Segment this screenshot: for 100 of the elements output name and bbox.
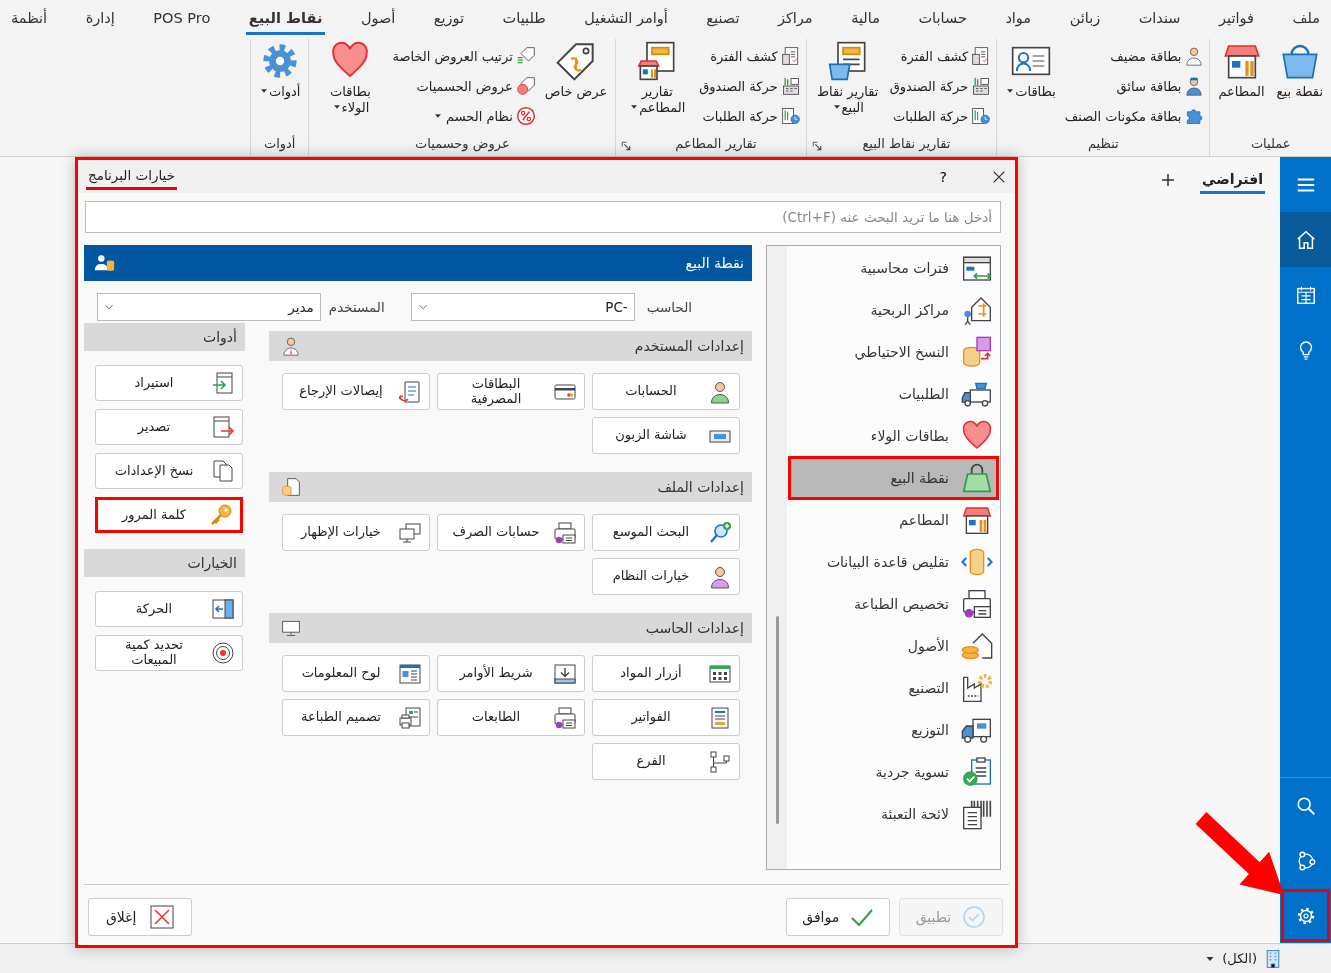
scrollbar[interactable] (767, 246, 787, 869)
settings-button[interactable]: البطاقات المصرفية (437, 373, 585, 410)
ribbon-button[interactable]: كشف الفترة (889, 43, 992, 69)
percent-icon (515, 106, 536, 126)
navigation-item[interactable]: لائحة التعبئة (789, 793, 998, 835)
settings-button[interactable]: شريط الأوامر (437, 655, 585, 692)
ribbon-button[interactable]: نقطة بيع (1273, 39, 1326, 103)
settings-button[interactable]: الحسابات (592, 373, 740, 410)
settings-button[interactable] (1280, 888, 1331, 943)
ribbon-button[interactable]: حركة الطلبات (699, 103, 801, 129)
menu-tab[interactable]: فواتير (1216, 0, 1257, 35)
invoice-icon (708, 705, 732, 730)
section-title: إعدادات الحاسب (645, 620, 744, 636)
ribbon-button[interactable]: بطاقة مضيف (1064, 43, 1205, 69)
close-button[interactable]: إغلاق (88, 898, 192, 936)
branch-filter[interactable]: (الكل) (1222, 951, 1257, 966)
menu-tab[interactable]: مراكز (774, 0, 816, 35)
menu-tab[interactable]: حسابات (915, 0, 970, 35)
dropdown-field[interactable]: -PC (410, 293, 635, 321)
settings-button[interactable]: شاشة الزبون (592, 417, 740, 454)
menu-tab[interactable]: مواد (1002, 0, 1035, 35)
tool-button[interactable]: نسخ الإعدادات (95, 453, 243, 489)
ribbon-button[interactable]: بطاقة مكونات الصنف (1064, 103, 1205, 129)
tool-button[interactable]: كلمة المرور (95, 497, 243, 533)
ribbon-button[interactable]: أدوات (255, 39, 304, 103)
navigation-item[interactable]: مراكز الربحية (789, 289, 998, 331)
add-icon[interactable] (1160, 172, 1177, 188)
field-label: المستخدم (328, 299, 385, 315)
help-button[interactable]: ? (933, 168, 953, 185)
menu-tab[interactable]: تصنيع (703, 0, 743, 35)
settings-button[interactable]: الفواتير (592, 699, 740, 736)
menu-tab[interactable]: POS Pro (150, 0, 214, 35)
workspace-tab[interactable]: افتراضي (1200, 166, 1265, 194)
menu-tab[interactable]: طلبيات (499, 0, 549, 35)
menu-tab[interactable]: ملف (1289, 0, 1323, 35)
ribbon-button[interactable]: بطاقات الولاء (314, 39, 387, 119)
ribbon-button[interactable]: نظام الحسم (392, 103, 536, 129)
search-field[interactable]: أدخل هنا ما تريد البحث عنه (Ctrl+F) (85, 201, 1001, 233)
group-label: تنظيم (1086, 135, 1120, 151)
menu-tab[interactable]: أنظمة (8, 0, 51, 35)
settings-button[interactable]: الطابعات (437, 699, 585, 736)
settings-button[interactable]: تصميم الطباعة (282, 699, 430, 736)
tool-button[interactable]: الحركة (95, 591, 243, 627)
navigation-item[interactable]: الأصول (789, 625, 998, 667)
ok-button[interactable]: موافق (786, 898, 890, 936)
settings-button[interactable]: حسابات الصرف (437, 514, 585, 551)
section-title: إعدادات المستخدم (634, 338, 744, 354)
settings-button[interactable]: أزرار المواد (592, 655, 740, 692)
settings-button[interactable]: الفرع (592, 743, 740, 780)
navigation-item[interactable]: التصنيع (789, 667, 998, 709)
menu-tab[interactable]: أوامر التشغيل (581, 0, 671, 35)
menu-tab[interactable]: زبائن (1066, 0, 1104, 35)
navigation-item[interactable]: النسخ الاحتياطي (789, 331, 998, 373)
menu-tab[interactable]: توزيع (430, 0, 468, 35)
navigation-item[interactable]: فترات محاسبية (789, 247, 998, 289)
home-button[interactable] (1280, 212, 1331, 267)
group-label: عروض وحسميات (414, 135, 511, 151)
menu-tab[interactable]: إدارة (82, 0, 118, 35)
navigation-item[interactable]: تسوية جردية (789, 751, 998, 793)
ribbon-button[interactable]: حركة الطلبات (889, 103, 992, 129)
dropdown-field[interactable]: مدير (96, 293, 321, 321)
group-label: أدوات (262, 135, 297, 151)
ribbon-button[interactable]: بطاقات (1002, 39, 1059, 103)
navigation-item[interactable]: تخصيص الطباعة (789, 583, 998, 625)
puzzle-icon (1184, 106, 1205, 126)
settings-button[interactable]: خيارات النظام (592, 558, 740, 595)
tool-button[interactable]: استيراد (95, 365, 243, 401)
ribbon-button[interactable]: عروض الحسميات (392, 73, 536, 99)
navigation-item[interactable]: بطاقات الولاء (789, 415, 998, 457)
dashboard-icon (398, 661, 422, 686)
check-circle-icon (962, 905, 987, 929)
cash-register-icon (971, 76, 992, 96)
navigation-item[interactable]: الطلبيات (789, 373, 998, 415)
settings-button[interactable]: إيصالات الإرجاع (282, 373, 430, 410)
ribbon-button[interactable]: كشف الفترة (699, 43, 801, 69)
settings-button[interactable]: لوح المعلومات (282, 655, 430, 692)
navigation-item[interactable]: نقطة البيع (789, 457, 998, 499)
ribbon-button[interactable]: تقارير المطاعم (621, 39, 694, 119)
dialog-launcher-icon[interactable] (621, 141, 632, 151)
user-database-icon (94, 252, 116, 274)
tool-button[interactable]: تحديد كمية المبيعات (95, 635, 243, 671)
ribbon-button[interactable]: حركة الصندوق (889, 73, 992, 99)
ribbon-button[interactable]: بطاقة سائق (1064, 73, 1205, 99)
ribbon-button[interactable]: المطاعم (1215, 39, 1268, 103)
navigation-item[interactable]: تقليص قاعدة البيانات (789, 541, 998, 583)
navigation-item[interactable]: المطاعم (789, 499, 998, 541)
ribbon-button[interactable]: عرض خاص (541, 39, 611, 103)
menu-tab[interactable]: مالية (848, 0, 883, 35)
menu-tab[interactable]: سندات (1135, 0, 1184, 35)
document-database-icon (281, 477, 301, 497)
field-label: الحاسب (646, 299, 692, 315)
menu-tab[interactable]: أصول (357, 0, 399, 35)
settings-button[interactable]: البحث الموسع (592, 514, 740, 551)
ribbon-button[interactable]: حركة الصندوق (699, 73, 801, 99)
settings-button[interactable]: خيارات الإظهار (282, 514, 430, 551)
dialog-launcher-icon[interactable] (811, 141, 822, 151)
ribbon-button[interactable]: تقارير نقاط البيع (811, 39, 884, 119)
tool-button[interactable]: تصدير (95, 409, 243, 445)
ribbon-button[interactable]: ترتيب العروض الخاصة (392, 43, 536, 69)
navigation-item[interactable]: التوزيع (789, 709, 998, 751)
